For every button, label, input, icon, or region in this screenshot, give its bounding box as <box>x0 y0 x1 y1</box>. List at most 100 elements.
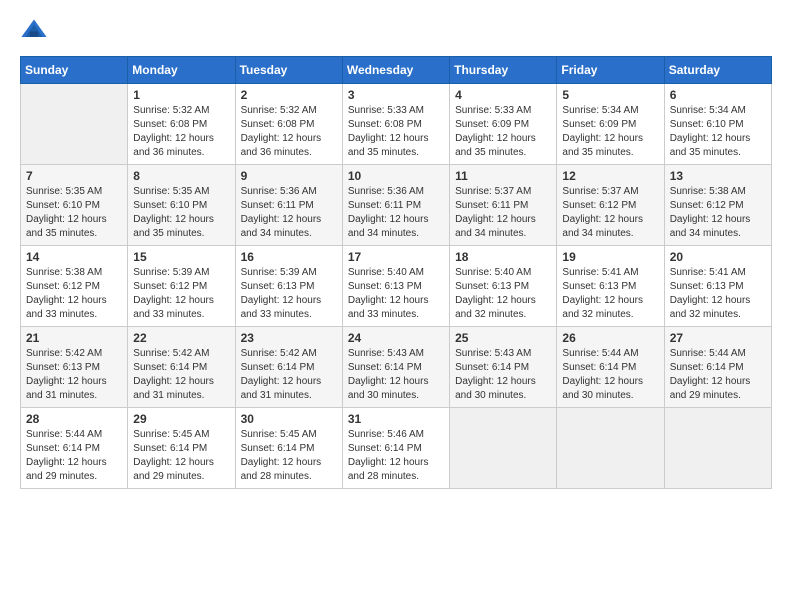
day-cell: 20Sunrise: 5:41 AMSunset: 6:13 PMDayligh… <box>664 246 771 327</box>
day-number: 4 <box>455 88 551 102</box>
day-info: Sunrise: 5:36 AMSunset: 6:11 PMDaylight:… <box>241 185 337 241</box>
day-info: Sunrise: 5:37 AMSunset: 6:11 PMDaylight:… <box>455 185 551 241</box>
day-cell: 13Sunrise: 5:38 AMSunset: 6:12 PMDayligh… <box>664 165 771 246</box>
day-cell: 18 Sunrise: 5:40 AMSunset: 6:13 PMDayligh… <box>450 246 557 327</box>
day-cell <box>450 408 557 489</box>
day-number: 25 <box>455 331 551 345</box>
day-number: 23 <box>241 331 337 345</box>
day-number: 10 <box>348 169 444 183</box>
day-cell: 6 Sunrise: 5:34 AMSunset: 6:10 PMDaylight… <box>664 84 771 165</box>
day-info: Sunrise: 5:42 AMSunset: 6:13 PMDaylight:… <box>26 347 122 403</box>
day-number: 7 <box>26 169 122 183</box>
day-cell: 4 Sunrise: 5:33 AMSunset: 6:09 PMDaylight… <box>450 84 557 165</box>
day-info: Sunrise: 5:39 AMSunset: 6:12 PMDaylight:… <box>133 266 229 322</box>
day-cell: 14 Sunrise: 5:38 AMSunset: 6:12 PMDayligh… <box>21 246 128 327</box>
day-info: Sunrise: 5:45 AMSunset: 6:14 PMDaylight:… <box>241 428 337 484</box>
day-info: Sunrise: 5:44 AMSunset: 6:14 PMDaylight:… <box>562 347 658 403</box>
day-info: Sunrise: 5:44 AMSunset: 6:14 PMDaylight:… <box>26 428 122 484</box>
day-number: 6 <box>670 88 766 102</box>
day-info: Sunrise: 5:34 AMSunset: 6:10 PMDaylight:… <box>670 104 766 160</box>
week-row-2: 7 Sunrise: 5:35 AMSunset: 6:10 PMDaylight… <box>21 165 772 246</box>
day-info: Sunrise: 5:41 AMSunset: 6:13 PMDaylight:… <box>562 266 658 322</box>
day-cell: 17Sunrise: 5:40 AMSunset: 6:13 PMDayligh… <box>342 246 449 327</box>
day-cell: 28 Sunrise: 5:44 AMSunset: 6:14 PMDayligh… <box>21 408 128 489</box>
day-header-sunday: Sunday <box>21 57 128 84</box>
day-cell: 5 Sunrise: 5:34 AMSunset: 6:09 PMDaylight… <box>557 84 664 165</box>
day-cell: 19 Sunrise: 5:41 AMSunset: 6:13 PMDayligh… <box>557 246 664 327</box>
week-row-1: 1 Sunrise: 5:32 AMSunset: 6:08 PMDaylight… <box>21 84 772 165</box>
day-cell: 25 Sunrise: 5:43 AMSunset: 6:14 PMDayligh… <box>450 327 557 408</box>
day-info: Sunrise: 5:44 AMSunset: 6:14 PMDaylight:… <box>670 347 766 403</box>
day-number: 19 <box>562 250 658 264</box>
day-number: 1 <box>133 88 229 102</box>
day-number: 9 <box>241 169 337 183</box>
day-number: 27 <box>670 331 766 345</box>
day-number: 8 <box>133 169 229 183</box>
day-info: Sunrise: 5:45 AMSunset: 6:14 PMDaylight:… <box>133 428 229 484</box>
week-row-5: 28 Sunrise: 5:44 AMSunset: 6:14 PMDayligh… <box>21 408 772 489</box>
day-info: Sunrise: 5:38 AMSunset: 6:12 PMDaylight:… <box>26 266 122 322</box>
day-number: 31 <box>348 412 444 426</box>
day-header-tuesday: Tuesday <box>235 57 342 84</box>
day-cell: 24 Sunrise: 5:43 AMSunset: 6:14 PMDayligh… <box>342 327 449 408</box>
day-cell <box>664 408 771 489</box>
day-cell: 22 Sunrise: 5:42 AMSunset: 6:14 PMDayligh… <box>128 327 235 408</box>
day-number: 11 <box>455 169 551 183</box>
day-cell: 23 Sunrise: 5:42 AMSunset: 6:14 PMDayligh… <box>235 327 342 408</box>
day-info: Sunrise: 5:33 AMSunset: 6:09 PMDaylight:… <box>455 104 551 160</box>
day-number: 15 <box>133 250 229 264</box>
day-number: 18 <box>455 250 551 264</box>
day-info: Sunrise: 5:33 AMSunset: 6:08 PMDaylight:… <box>348 104 444 160</box>
day-info: Sunrise: 5:35 AMSunset: 6:10 PMDaylight:… <box>26 185 122 241</box>
day-cell: 29 Sunrise: 5:45 AMSunset: 6:14 PMDayligh… <box>128 408 235 489</box>
day-cell: 15 Sunrise: 5:39 AMSunset: 6:12 PMDayligh… <box>128 246 235 327</box>
day-cell: 7 Sunrise: 5:35 AMSunset: 6:10 PMDaylight… <box>21 165 128 246</box>
day-info: Sunrise: 5:34 AMSunset: 6:09 PMDaylight:… <box>562 104 658 160</box>
week-row-4: 21 Sunrise: 5:42 AMSunset: 6:13 PMDayligh… <box>21 327 772 408</box>
day-number: 13 <box>670 169 766 183</box>
day-info: Sunrise: 5:42 AMSunset: 6:14 PMDaylight:… <box>241 347 337 403</box>
day-header-friday: Friday <box>557 57 664 84</box>
day-number: 16 <box>241 250 337 264</box>
day-number: 28 <box>26 412 122 426</box>
day-cell: 9 Sunrise: 5:36 AMSunset: 6:11 PMDaylight… <box>235 165 342 246</box>
day-header-saturday: Saturday <box>664 57 771 84</box>
day-cell <box>557 408 664 489</box>
day-cell: 16Sunrise: 5:39 AMSunset: 6:13 PMDayligh… <box>235 246 342 327</box>
day-info: Sunrise: 5:35 AMSunset: 6:10 PMDaylight:… <box>133 185 229 241</box>
page: SundayMondayTuesdayWednesdayThursdayFrid… <box>0 0 792 612</box>
day-cell: 10 Sunrise: 5:36 AMSunset: 6:11 PMDayligh… <box>342 165 449 246</box>
logo <box>20 16 52 44</box>
day-info: Sunrise: 5:43 AMSunset: 6:14 PMDaylight:… <box>455 347 551 403</box>
week-row-3: 14 Sunrise: 5:38 AMSunset: 6:12 PMDayligh… <box>21 246 772 327</box>
day-info: Sunrise: 5:42 AMSunset: 6:14 PMDaylight:… <box>133 347 229 403</box>
day-info: Sunrise: 5:40 AMSunset: 6:13 PMDaylight:… <box>348 266 444 322</box>
day-info: Sunrise: 5:36 AMSunset: 6:11 PMDaylight:… <box>348 185 444 241</box>
calendar-table: SundayMondayTuesdayWednesdayThursdayFrid… <box>20 56 772 489</box>
day-number: 24 <box>348 331 444 345</box>
day-header-monday: Monday <box>128 57 235 84</box>
day-info: Sunrise: 5:40 AMSunset: 6:13 PMDaylight:… <box>455 266 551 322</box>
day-cell: 1 Sunrise: 5:32 AMSunset: 6:08 PMDaylight… <box>128 84 235 165</box>
day-info: Sunrise: 5:46 AMSunset: 6:14 PMDaylight:… <box>348 428 444 484</box>
day-info: Sunrise: 5:32 AMSunset: 6:08 PMDaylight:… <box>241 104 337 160</box>
day-info: Sunrise: 5:37 AMSunset: 6:12 PMDaylight:… <box>562 185 658 241</box>
day-cell: 27 Sunrise: 5:44 AMSunset: 6:14 PMDayligh… <box>664 327 771 408</box>
day-info: Sunrise: 5:32 AMSunset: 6:08 PMDaylight:… <box>133 104 229 160</box>
day-number: 29 <box>133 412 229 426</box>
day-cell <box>21 84 128 165</box>
day-header-thursday: Thursday <box>450 57 557 84</box>
day-header-wednesday: Wednesday <box>342 57 449 84</box>
day-cell: 11 Sunrise: 5:37 AMSunset: 6:11 PMDayligh… <box>450 165 557 246</box>
day-info: Sunrise: 5:43 AMSunset: 6:14 PMDaylight:… <box>348 347 444 403</box>
day-number: 21 <box>26 331 122 345</box>
day-number: 14 <box>26 250 122 264</box>
day-headers-row: SundayMondayTuesdayWednesdayThursdayFrid… <box>21 57 772 84</box>
day-number: 22 <box>133 331 229 345</box>
day-number: 5 <box>562 88 658 102</box>
day-number: 3 <box>348 88 444 102</box>
day-cell: 21 Sunrise: 5:42 AMSunset: 6:13 PMDayligh… <box>21 327 128 408</box>
day-cell: 12Sunrise: 5:37 AMSunset: 6:12 PMDayligh… <box>557 165 664 246</box>
day-number: 2 <box>241 88 337 102</box>
day-number: 30 <box>241 412 337 426</box>
